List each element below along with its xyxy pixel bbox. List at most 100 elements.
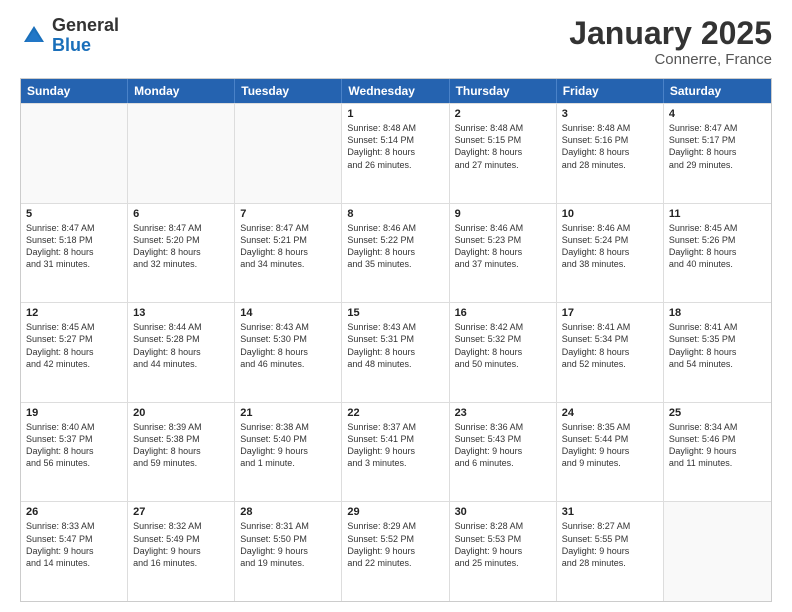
day-content: Sunrise: 8:33 AM Sunset: 5:47 PM Dayligh… bbox=[26, 520, 122, 569]
logo-text: General Blue bbox=[52, 16, 119, 56]
day-cell-13: 13 Sunrise: 8:44 AM Sunset: 5:28 PM Dayli… bbox=[128, 303, 235, 402]
day-number: 15 bbox=[347, 307, 443, 319]
day-number: 5 bbox=[26, 208, 122, 220]
day-number: 17 bbox=[562, 307, 658, 319]
day-number: 14 bbox=[240, 307, 336, 319]
day-content: Sunrise: 8:37 AM Sunset: 5:41 PM Dayligh… bbox=[347, 421, 443, 470]
day-cell-31: 31 Sunrise: 8:27 AM Sunset: 5:55 PM Dayli… bbox=[557, 502, 664, 601]
day-cell-9: 9 Sunrise: 8:46 AM Sunset: 5:23 PM Daylig… bbox=[450, 204, 557, 303]
day-number: 2 bbox=[455, 108, 551, 120]
day-cell-3: 3Sunrise: 8:48 AM Sunset: 5:16 PM Daylig… bbox=[557, 104, 664, 203]
day-number: 4 bbox=[669, 108, 766, 120]
header-day-friday: Friday bbox=[557, 79, 664, 103]
day-content: Sunrise: 8:47 AM Sunset: 5:18 PM Dayligh… bbox=[26, 222, 122, 271]
day-number: 8 bbox=[347, 208, 443, 220]
day-cell-8: 8 Sunrise: 8:46 AM Sunset: 5:22 PM Daylig… bbox=[342, 204, 449, 303]
day-number: 23 bbox=[455, 407, 551, 419]
day-number: 22 bbox=[347, 407, 443, 419]
day-content: Sunrise: 8:36 AM Sunset: 5:43 PM Dayligh… bbox=[455, 421, 551, 470]
day-cell-6: 6Sunrise: 8:47 AM Sunset: 5:20 PM Daylig… bbox=[128, 204, 235, 303]
day-cell-5: 5 Sunrise: 8:47 AM Sunset: 5:18 PM Daylig… bbox=[21, 204, 128, 303]
week-row-1: 1Sunrise: 8:48 AM Sunset: 5:14 PM Daylig… bbox=[21, 103, 771, 203]
day-number: 10 bbox=[562, 208, 658, 220]
day-content: Sunrise: 8:29 AM Sunset: 5:52 PM Dayligh… bbox=[347, 520, 443, 569]
day-number: 3 bbox=[562, 108, 658, 120]
day-number: 13 bbox=[133, 307, 229, 319]
day-number: 27 bbox=[133, 506, 229, 518]
day-number: 26 bbox=[26, 506, 122, 518]
day-content: Sunrise: 8:46 AM Sunset: 5:23 PM Dayligh… bbox=[455, 222, 551, 271]
day-cell-22: 22 Sunrise: 8:37 AM Sunset: 5:41 PM Dayli… bbox=[342, 403, 449, 502]
header-day-wednesday: Wednesday bbox=[342, 79, 449, 103]
day-cell-11: 11Sunrise: 8:45 AM Sunset: 5:26 PM Dayli… bbox=[664, 204, 771, 303]
day-number: 16 bbox=[455, 307, 551, 319]
day-content: Sunrise: 8:27 AM Sunset: 5:55 PM Dayligh… bbox=[562, 520, 658, 569]
day-cell-24: 24 Sunrise: 8:35 AM Sunset: 5:44 PM Dayli… bbox=[557, 403, 664, 502]
empty-cell bbox=[21, 104, 128, 203]
header-day-sunday: Sunday bbox=[21, 79, 128, 103]
day-number: 25 bbox=[669, 407, 766, 419]
week-row-4: 19Sunrise: 8:40 AM Sunset: 5:37 PM Dayli… bbox=[21, 402, 771, 502]
day-cell-12: 12Sunrise: 8:45 AM Sunset: 5:27 PM Dayli… bbox=[21, 303, 128, 402]
day-content: Sunrise: 8:34 AM Sunset: 5:46 PM Dayligh… bbox=[669, 421, 766, 470]
day-cell-28: 28 Sunrise: 8:31 AM Sunset: 5:50 PM Dayli… bbox=[235, 502, 342, 601]
page: General Blue January 2025 Connerre, Fran… bbox=[0, 0, 792, 612]
day-number: 20 bbox=[133, 407, 229, 419]
day-content: Sunrise: 8:45 AM Sunset: 5:26 PM Dayligh… bbox=[669, 222, 766, 271]
day-content: Sunrise: 8:40 AM Sunset: 5:37 PM Dayligh… bbox=[26, 421, 122, 470]
day-content: Sunrise: 8:43 AM Sunset: 5:30 PM Dayligh… bbox=[240, 321, 336, 370]
day-content: Sunrise: 8:46 AM Sunset: 5:24 PM Dayligh… bbox=[562, 222, 658, 271]
calendar-header: SundayMondayTuesdayWednesdayThursdayFrid… bbox=[21, 79, 771, 103]
day-content: Sunrise: 8:42 AM Sunset: 5:32 PM Dayligh… bbox=[455, 321, 551, 370]
logo-blue: Blue bbox=[52, 36, 119, 56]
day-number: 1 bbox=[347, 108, 443, 120]
day-content: Sunrise: 8:47 AM Sunset: 5:21 PM Dayligh… bbox=[240, 222, 336, 271]
day-number: 18 bbox=[669, 307, 766, 319]
day-content: Sunrise: 8:41 AM Sunset: 5:34 PM Dayligh… bbox=[562, 321, 658, 370]
day-cell-15: 15 Sunrise: 8:43 AM Sunset: 5:31 PM Dayli… bbox=[342, 303, 449, 402]
day-content: Sunrise: 8:31 AM Sunset: 5:50 PM Dayligh… bbox=[240, 520, 336, 569]
day-content: Sunrise: 8:38 AM Sunset: 5:40 PM Dayligh… bbox=[240, 421, 336, 470]
day-number: 28 bbox=[240, 506, 336, 518]
day-cell-26: 26 Sunrise: 8:33 AM Sunset: 5:47 PM Dayli… bbox=[21, 502, 128, 601]
day-content: Sunrise: 8:47 AM Sunset: 5:20 PM Dayligh… bbox=[133, 222, 229, 271]
day-cell-7: 7 Sunrise: 8:47 AM Sunset: 5:21 PM Daylig… bbox=[235, 204, 342, 303]
header-day-monday: Monday bbox=[128, 79, 235, 103]
day-content: Sunrise: 8:46 AM Sunset: 5:22 PM Dayligh… bbox=[347, 222, 443, 271]
week-row-5: 26 Sunrise: 8:33 AM Sunset: 5:47 PM Dayli… bbox=[21, 501, 771, 601]
title-block: January 2025 Connerre, France bbox=[569, 16, 772, 68]
calendar: SundayMondayTuesdayWednesdayThursdayFrid… bbox=[20, 78, 772, 602]
day-content: Sunrise: 8:35 AM Sunset: 5:44 PM Dayligh… bbox=[562, 421, 658, 470]
header-day-thursday: Thursday bbox=[450, 79, 557, 103]
day-number: 31 bbox=[562, 506, 658, 518]
header-day-saturday: Saturday bbox=[664, 79, 771, 103]
day-cell-29: 29 Sunrise: 8:29 AM Sunset: 5:52 PM Dayli… bbox=[342, 502, 449, 601]
day-number: 21 bbox=[240, 407, 336, 419]
day-cell-18: 18 Sunrise: 8:41 AM Sunset: 5:35 PM Dayli… bbox=[664, 303, 771, 402]
day-cell-23: 23 Sunrise: 8:36 AM Sunset: 5:43 PM Dayli… bbox=[450, 403, 557, 502]
day-content: Sunrise: 8:47 AM Sunset: 5:17 PM Dayligh… bbox=[669, 122, 766, 171]
day-content: Sunrise: 8:48 AM Sunset: 5:15 PM Dayligh… bbox=[455, 122, 551, 171]
logo-icon bbox=[20, 22, 48, 50]
logo-general: General bbox=[52, 16, 119, 36]
day-content: Sunrise: 8:43 AM Sunset: 5:31 PM Dayligh… bbox=[347, 321, 443, 370]
day-cell-1: 1Sunrise: 8:48 AM Sunset: 5:14 PM Daylig… bbox=[342, 104, 449, 203]
day-cell-19: 19Sunrise: 8:40 AM Sunset: 5:37 PM Dayli… bbox=[21, 403, 128, 502]
day-number: 7 bbox=[240, 208, 336, 220]
day-cell-20: 20 Sunrise: 8:39 AM Sunset: 5:38 PM Dayli… bbox=[128, 403, 235, 502]
day-cell-14: 14 Sunrise: 8:43 AM Sunset: 5:30 PM Dayli… bbox=[235, 303, 342, 402]
day-number: 9 bbox=[455, 208, 551, 220]
day-cell-30: 30Sunrise: 8:28 AM Sunset: 5:53 PM Dayli… bbox=[450, 502, 557, 601]
day-content: Sunrise: 8:39 AM Sunset: 5:38 PM Dayligh… bbox=[133, 421, 229, 470]
day-number: 24 bbox=[562, 407, 658, 419]
day-content: Sunrise: 8:44 AM Sunset: 5:28 PM Dayligh… bbox=[133, 321, 229, 370]
calendar-body: 1Sunrise: 8:48 AM Sunset: 5:14 PM Daylig… bbox=[21, 103, 771, 601]
month-title: January 2025 bbox=[569, 16, 772, 51]
day-content: Sunrise: 8:45 AM Sunset: 5:27 PM Dayligh… bbox=[26, 321, 122, 370]
day-cell-25: 25 Sunrise: 8:34 AM Sunset: 5:46 PM Dayli… bbox=[664, 403, 771, 502]
day-cell-4: 4 Sunrise: 8:47 AM Sunset: 5:17 PM Daylig… bbox=[664, 104, 771, 203]
day-number: 29 bbox=[347, 506, 443, 518]
day-content: Sunrise: 8:41 AM Sunset: 5:35 PM Dayligh… bbox=[669, 321, 766, 370]
day-cell-21: 21 Sunrise: 8:38 AM Sunset: 5:40 PM Dayli… bbox=[235, 403, 342, 502]
header-day-tuesday: Tuesday bbox=[235, 79, 342, 103]
